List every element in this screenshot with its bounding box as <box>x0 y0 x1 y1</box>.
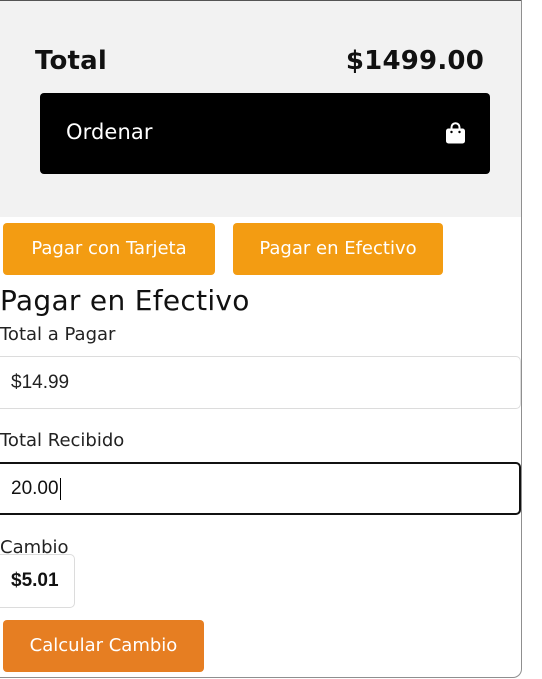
total-to-pay-value: $14.99 <box>11 372 70 393</box>
total-to-pay-label: Total a Pagar <box>0 324 116 345</box>
shopping-bag-icon <box>446 122 465 144</box>
amount-received-label: Total Recibido <box>0 430 125 451</box>
amount-received-input[interactable]: 20.00 <box>0 462 521 515</box>
order-button[interactable]: Ordenar <box>40 93 490 174</box>
amount-received-value: 20.00 <box>11 478 59 499</box>
order-summary-panel: Total $1499.00 Ordenar <box>0 0 521 217</box>
order-button-label: Ordenar <box>66 120 153 144</box>
calculate-change-button[interactable]: Calcular Cambio <box>3 620 204 672</box>
change-output: $5.01 <box>0 554 75 608</box>
total-label: Total <box>35 46 108 76</box>
cash-payment-title: Pagar en Efectivo <box>0 284 250 317</box>
pay-with-cash-button[interactable]: Pagar en Efectivo <box>233 223 443 275</box>
pay-with-card-button[interactable]: Pagar con Tarjeta <box>3 223 215 275</box>
total-to-pay-field[interactable]: $14.99 <box>0 356 521 409</box>
change-value: $5.01 <box>11 570 59 591</box>
total-value: $1499.00 <box>345 46 484 76</box>
text-caret <box>59 477 61 500</box>
